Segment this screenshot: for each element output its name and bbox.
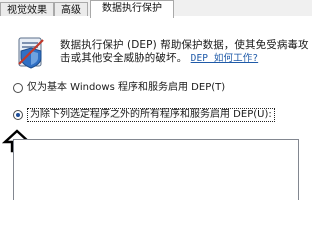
- how-dep-works-link[interactable]: DEP 如何工作?: [191, 53, 259, 64]
- tab-visual-effects[interactable]: 视觉效果: [0, 2, 54, 17]
- option-essential-programs-label: 仅为基本 Windows 程序和服务启用 DEP(T): [27, 82, 226, 93]
- radio-essential-programs[interactable]: [13, 83, 23, 93]
- option-all-programs-except-label: 为除下列选定程序之外的所有程序和服务启用 DEP(U):: [27, 108, 275, 122]
- option-all-programs-except[interactable]: 为除下列选定程序之外的所有程序和服务启用 DEP(U):: [13, 108, 275, 122]
- dep-description: 数据执行保护 (DEP) 帮助保护数据，使其免受病毒攻击或其他安全威胁的破坏。 …: [60, 39, 310, 65]
- tab-data-execution-prevention[interactable]: 数据执行保护: [90, 0, 174, 18]
- description-text: 数据执行保护 (DEP) 帮助保护数据，使其免受病毒攻击或其他安全威胁的破坏。: [60, 39, 309, 64]
- dep-shield-icon: [18, 37, 44, 69]
- excluded-programs-list[interactable]: [13, 139, 299, 200]
- option-essential-programs[interactable]: 仅为基本 Windows 程序和服务启用 DEP(T): [13, 81, 225, 95]
- tab-advanced[interactable]: 高级: [54, 2, 88, 17]
- radio-all-programs-except[interactable]: [13, 110, 23, 120]
- tab-strip: 视觉效果 高级 数据执行保护: [0, 0, 312, 18]
